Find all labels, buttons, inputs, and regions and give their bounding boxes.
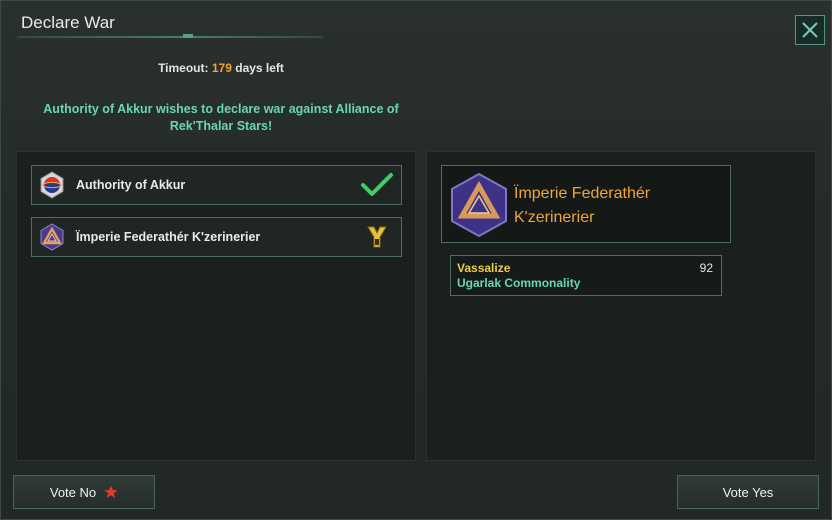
checkmark-icon — [361, 173, 393, 196]
voter-name: Ïmperie Federathér K'zerinerier — [76, 230, 261, 244]
vote-no-label: Vote No — [49, 484, 97, 500]
demand-type: Vassalize — [457, 261, 511, 275]
vote-no-button[interactable]: Vote No — [13, 475, 155, 509]
close-button[interactable] — [795, 15, 825, 45]
title-underline — [17, 34, 323, 38]
demand-value: 92 — [699, 261, 713, 275]
yellow-y-icon — [367, 226, 387, 248]
voter-name: Authority of Akkur — [76, 178, 186, 192]
purple-triangle-emblem — [451, 172, 507, 238]
red-blue-sphere-emblem — [40, 171, 64, 199]
voter-row-authority-of-akkur[interactable]: Authority of Akkur — [31, 165, 402, 205]
dialog-title: Declare War — [21, 13, 115, 32]
timeout-days: 179 — [211, 61, 232, 75]
target-empire-name: Ïmperie Federathér K'zerinerier — [514, 185, 651, 226]
voter-row-imperie-federather[interactable]: Ïmperie Federathér K'zerinerier — [31, 217, 402, 257]
target-empire-card[interactable]: Ïmperie Federathér K'zerinerier — [441, 165, 731, 243]
title-bar: Declare War — [1, 1, 832, 45]
timeout-suffix: days left — [235, 61, 284, 75]
demand-target: Ugarlak Commonality — [457, 276, 581, 290]
demand-box[interactable]: Vassalize 92 Ugarlak Commonality — [450, 255, 722, 296]
red-star-icon — [104, 485, 118, 498]
close-icon — [802, 22, 818, 38]
timeout-label: Timeout: — [158, 61, 209, 75]
vote-status — [359, 222, 395, 252]
vote-status — [359, 170, 395, 200]
war-announcement: Authority of Akkur wishes to declare war… — [43, 102, 399, 133]
vote-yes-button[interactable]: Vote Yes — [677, 475, 819, 509]
vote-yes-label: Vote Yes — [722, 484, 774, 500]
purple-triangle-emblem — [40, 223, 64, 251]
timeout-text: Timeout: 179 days left — [1, 61, 441, 75]
declare-war-dialog: Declare War Timeout: 179 days left Autho… — [0, 0, 832, 520]
